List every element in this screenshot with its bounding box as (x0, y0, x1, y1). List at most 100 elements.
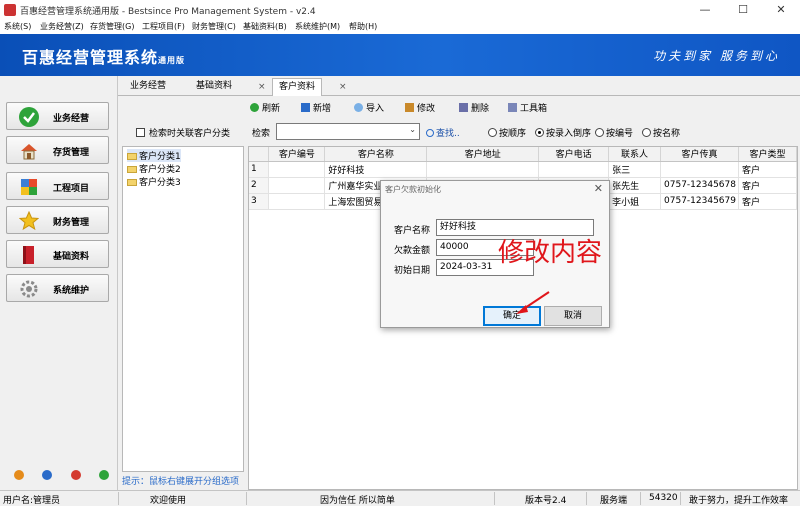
toolbox-label: 工具箱 (520, 104, 548, 114)
link-category-label: 检索时关联客户分类 (149, 129, 231, 139)
app-edition: 通用版 (158, 56, 186, 65)
menubar: 系统(S) 业务经营(Z) 存货管理(G) 工程项目(F) 财务管理(C) 基础… (0, 20, 800, 34)
column-header[interactable]: 客户电话 (538, 147, 610, 162)
sort-name-radio[interactable]: 按名称 (642, 126, 680, 139)
debt-amount-label: 欠款金额 (394, 246, 431, 256)
sort-code-label: 按编号 (606, 129, 634, 139)
nav-finance-button[interactable]: 财务管理 (6, 206, 109, 234)
tab-customer-data-close-icon[interactable]: × (339, 82, 347, 92)
radio-dot[interactable] (595, 128, 604, 137)
tree-item-category-3[interactable]: 客户分类3 (127, 175, 181, 188)
tab-customer-data[interactable]: 客户资料 (272, 78, 323, 96)
column-header[interactable]: 客户传真 (660, 147, 739, 162)
sort-sequence-radio[interactable]: 按顺序 (488, 126, 526, 139)
link-category-checkbox[interactable]: 检索时关联客户分类 (136, 126, 230, 139)
init-date-label: 初始日期 (394, 266, 431, 276)
edit-button[interactable]: 修改 (405, 101, 435, 114)
calculator-icon[interactable] (14, 470, 24, 480)
annotation-text: 修改内容 (498, 238, 603, 268)
status-separator (118, 492, 119, 505)
status-slogan: 敢于努力，提升工作效率 (689, 496, 789, 506)
close-window-button[interactable]: ✕ (762, 0, 800, 20)
minimize-button[interactable]: — (686, 0, 724, 20)
dialog-close-icon[interactable]: ✕ (594, 182, 603, 195)
row-number: 2 (249, 177, 270, 194)
menu-system[interactable]: 系统(S) (4, 21, 31, 32)
delete-label: 删除 (471, 104, 490, 114)
plus-icon (301, 103, 310, 112)
calendar-icon[interactable] (71, 470, 81, 480)
nav-maintenance-button[interactable]: 系统维护 (6, 274, 109, 302)
nav-inventory-button[interactable]: 存货管理 (6, 136, 109, 164)
maximize-button[interactable]: ☐ (724, 0, 762, 20)
add-button[interactable]: 新增 (301, 101, 331, 114)
house-icon (19, 141, 39, 161)
refresh-label: 刷新 (262, 104, 281, 114)
checkbox-box[interactable] (136, 128, 145, 137)
column-header[interactable]: 客户名称 (324, 147, 428, 162)
tree-item-category-2[interactable]: 客户分类2 (127, 162, 181, 175)
column-header[interactable] (249, 147, 270, 162)
tree-tip: 提示：鼠标右键展开分组选项 (122, 477, 240, 487)
search-combobox[interactable]: ⌄ (276, 123, 420, 140)
annotation-arrow-icon (516, 291, 550, 314)
cell-fax (660, 161, 739, 178)
check-icon (19, 107, 39, 127)
nav-business-button[interactable]: 业务经营 (6, 102, 109, 130)
tree-item-category-1[interactable]: 客户分类1 (127, 149, 181, 162)
nav-projects-button[interactable]: 工程项目 (6, 172, 109, 200)
folder-icon (127, 179, 137, 186)
find-label: 查找.. (436, 129, 460, 139)
column-header[interactable]: 联系人 (608, 147, 662, 162)
star-icon (18, 210, 40, 231)
cell-code (268, 161, 326, 178)
column-header[interactable]: 客户类型 (738, 147, 797, 162)
sort-code-radio[interactable]: 按编号 (595, 126, 633, 139)
radio-dot[interactable] (642, 128, 651, 137)
radio-dot[interactable] (535, 128, 544, 137)
cell-address (426, 161, 540, 178)
cell-phone (538, 161, 610, 178)
menu-basic-data[interactable]: 基础资料(B) (243, 21, 287, 32)
column-header[interactable]: 客户编号 (268, 147, 326, 162)
chevron-down-icon[interactable]: ⌄ (409, 125, 416, 134)
tab-business[interactable]: 业务经营 (124, 78, 172, 96)
cell-type: 客户 (738, 161, 797, 178)
book-icon (19, 245, 39, 265)
menu-business[interactable]: 业务经营(Z) (40, 21, 84, 32)
cancel-button[interactable]: 取消 (544, 306, 602, 326)
toolbox-button[interactable]: 工具箱 (508, 101, 547, 114)
table-row[interactable]: 1 好好科技 张三 客户 (249, 161, 797, 178)
status-separator (246, 492, 247, 505)
menu-finance[interactable]: 财务管理(C) (192, 21, 236, 32)
tree-item-label: 客户分类1 (139, 152, 181, 162)
menu-help[interactable]: 帮助(H) (349, 21, 377, 32)
find-button[interactable]: 查找.. (426, 126, 460, 139)
status-bar: 用户名:管理员 欢迎使用 因为信任 所以简单 版本号2.4 服务端 54320 … (0, 490, 800, 506)
menu-maintenance[interactable]: 系统维护(M) (295, 21, 340, 32)
delete-button[interactable]: 删除 (459, 101, 489, 114)
tab-basic-data[interactable]: 基础资料 (190, 78, 238, 96)
header-banner: 百惠经营管理系统通用版 功夫到家 服务到心 (0, 34, 800, 76)
search-icon (426, 129, 434, 137)
import-button[interactable]: 导入 (354, 101, 384, 114)
edit-label: 修改 (417, 104, 436, 114)
info-icon[interactable] (42, 470, 52, 480)
tab-basic-data-close-icon[interactable]: × (258, 82, 266, 92)
refresh-button[interactable]: 刷新 (250, 101, 280, 114)
sort-sequence-label: 按顺序 (499, 129, 527, 139)
nav-business-label: 业务经营 (53, 114, 90, 124)
menu-projects[interactable]: 工程项目(F) (142, 21, 185, 32)
refresh-icon (250, 103, 259, 112)
left-nav: 业务经营 存货管理 工程项目 财务管理 基础资料 系统维护 (0, 76, 118, 490)
tree-item-label: 客户分类2 (139, 165, 181, 175)
column-header[interactable]: 客户地址 (426, 147, 540, 162)
menu-inventory[interactable]: 存货管理(G) (90, 21, 134, 32)
table-header-row: 客户编号 客户名称 客户地址 客户电话 联系人 客户传真 客户类型 (249, 147, 797, 162)
radio-dot[interactable] (488, 128, 497, 137)
nav-projects-label: 工程项目 (53, 184, 90, 194)
nav-basic-data-button[interactable]: 基础资料 (6, 240, 109, 268)
customer-name-label: 客户名称 (394, 226, 431, 236)
sort-entry-desc-radio[interactable]: 按录入倒序 (535, 126, 591, 139)
refresh-icon[interactable] (99, 470, 109, 480)
